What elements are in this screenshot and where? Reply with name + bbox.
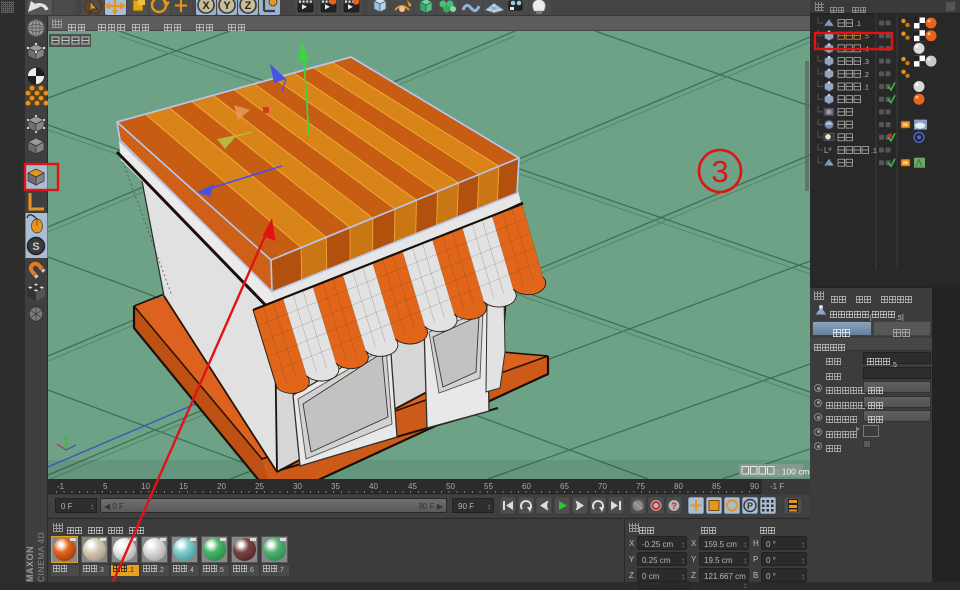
svg-text:.5: .5	[863, 34, 869, 41]
svg-text:Lº: Lº	[824, 146, 831, 155]
svg-text:?: ?	[671, 501, 677, 511]
svg-text:Z: Z	[245, 0, 252, 12]
svg-text:3: 3	[711, 154, 728, 189]
svg-text:P: P	[747, 501, 753, 511]
svg-text:: 100 cm: : 100 cm	[777, 467, 810, 477]
svg-text:.4: .4	[863, 46, 869, 53]
svg-text:Y: Y	[223, 0, 231, 12]
svg-text:.3: .3	[863, 59, 869, 66]
svg-text:.1: .1	[855, 21, 861, 28]
svg-text:X: X	[202, 0, 210, 12]
svg-text:.1: .1	[871, 148, 877, 155]
svg-text:.2: .2	[863, 72, 869, 79]
svg-text:.1: .1	[863, 85, 869, 92]
svg-text:S: S	[32, 241, 39, 253]
